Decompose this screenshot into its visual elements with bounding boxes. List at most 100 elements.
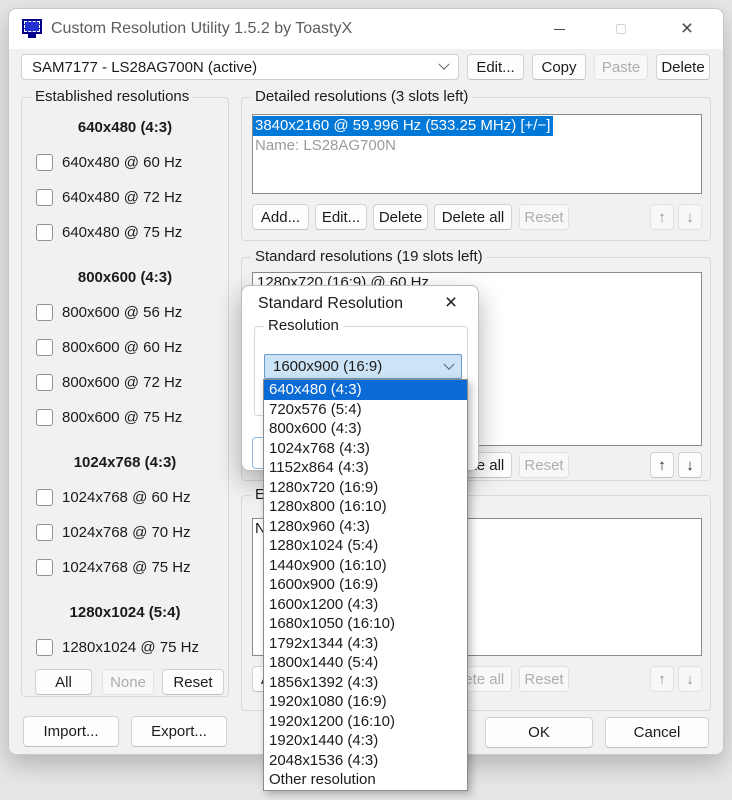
resolution-group-1024x768: 1024x768 (4:3) 1024x768 @ 60 Hz 1024x768… <box>22 445 228 585</box>
established-resolutions-title: Established resolutions <box>31 88 193 105</box>
resolution-checkbox-row[interactable]: 800x600 @ 72 Hz <box>22 365 228 400</box>
established-resolutions-group: Established resolutions 640x480 (4:3) 64… <box>21 97 229 697</box>
checkbox-label: 1024x768 @ 70 Hz <box>62 524 191 541</box>
checkbox-label: 1280x1024 @ 75 Hz <box>62 639 199 656</box>
checkbox-unchecked-icon[interactable] <box>36 189 53 206</box>
checkbox-label: 1024x768 @ 75 Hz <box>62 559 191 576</box>
resolution-checkbox-row[interactable]: 640x480 @ 72 Hz <box>22 180 228 215</box>
detailed-move-down-button: ↓ <box>678 204 702 230</box>
resolution-dropdown-option[interactable]: 1152x864 (4:3) <box>264 458 467 478</box>
checkbox-label: 800x600 @ 56 Hz <box>62 304 182 321</box>
detailed-add-button[interactable]: Add... <box>252 204 309 230</box>
resolution-group-heading: 640x480 (4:3) <box>22 110 228 145</box>
checkbox-unchecked-icon[interactable] <box>36 639 53 656</box>
established-reset-button[interactable]: Reset <box>162 669 224 695</box>
resolution-checkbox-row[interactable]: 800x600 @ 60 Hz <box>22 330 228 365</box>
resolution-group-heading: 1280x1024 (5:4) <box>22 595 228 630</box>
ok-button[interactable]: OK <box>485 717 593 748</box>
resolution-dropdown-option[interactable]: 1600x900 (16:9) <box>264 575 467 595</box>
resolution-dropdown-option[interactable]: 1800x1440 (5:4) <box>264 653 467 673</box>
checkbox-unchecked-icon[interactable] <box>36 489 53 506</box>
detailed-delete-button[interactable]: Delete <box>373 204 428 230</box>
checkbox-unchecked-icon[interactable] <box>36 559 53 576</box>
dialog-close-button[interactable]: × <box>436 288 466 318</box>
delete-display-button[interactable]: Delete <box>656 54 710 80</box>
resolution-combobox[interactable]: 1600x900 (16:9) <box>264 354 462 379</box>
resolution-group-1280x1024: 1280x1024 (5:4) 1280x1024 @ 75 Hz <box>22 595 228 665</box>
resolution-group-640x480: 640x480 (4:3) 640x480 @ 60 Hz 640x480 @ … <box>22 110 228 250</box>
resolution-dropdown-option[interactable]: 1600x1200 (4:3) <box>264 595 467 615</box>
minimize-button[interactable] <box>536 9 582 49</box>
checkbox-label: 800x600 @ 75 Hz <box>62 409 182 426</box>
resolution-dropdown-list[interactable]: 640x480 (4:3) 720x576 (5:4) 800x600 (4:3… <box>263 379 468 791</box>
resolution-checkbox-row[interactable]: 640x480 @ 60 Hz <box>22 145 228 180</box>
display-select-value: SAM7177 - LS28AG700N (active) <box>32 59 257 76</box>
checkbox-unchecked-icon[interactable] <box>36 339 53 356</box>
checkbox-unchecked-icon[interactable] <box>36 304 53 321</box>
detailed-edit-button[interactable]: Edit... <box>315 204 367 230</box>
detailed-resolutions-listbox[interactable]: 3840x2160 @ 59.996 Hz (533.25 MHz) [+/−]… <box>252 114 702 194</box>
resolution-dropdown-option[interactable]: 640x480 (4:3) <box>264 380 467 400</box>
resolution-dropdown-option[interactable]: 1920x1440 (4:3) <box>264 731 467 751</box>
checkbox-unchecked-icon[interactable] <box>36 374 53 391</box>
resolution-dropdown-option[interactable]: 720x576 (5:4) <box>264 400 467 420</box>
resolution-fieldset-label: Resolution <box>264 317 343 334</box>
resolution-checkbox-row[interactable]: 640x480 @ 75 Hz <box>22 215 228 250</box>
detailed-resolutions-title: Detailed resolutions (3 slots left) <box>251 88 472 105</box>
checkbox-label: 640x480 @ 72 Hz <box>62 189 182 206</box>
resolution-checkbox-row[interactable]: 800x600 @ 56 Hz <box>22 295 228 330</box>
resolution-dropdown-option[interactable]: 1440x900 (16:10) <box>264 556 467 576</box>
resolution-checkbox-row[interactable]: 1024x768 @ 75 Hz <box>22 550 228 585</box>
standard-move-down-button[interactable]: ↓ <box>678 452 702 478</box>
resolution-checkbox-row[interactable]: 1024x768 @ 60 Hz <box>22 480 228 515</box>
resolution-dropdown-option[interactable]: 1792x1344 (4:3) <box>264 634 467 654</box>
resolution-group-800x600: 800x600 (4:3) 800x600 @ 56 Hz 800x600 @ … <box>22 260 228 435</box>
resolution-dropdown-option[interactable]: 1280x800 (16:10) <box>264 497 467 517</box>
checkbox-unchecked-icon[interactable] <box>36 409 53 426</box>
checkbox-unchecked-icon[interactable] <box>36 154 53 171</box>
resolution-group-heading: 800x600 (4:3) <box>22 260 228 295</box>
main-window: Custom Resolution Utility 1.5.2 by Toast… <box>8 8 724 755</box>
extension-move-down-button: ↓ <box>678 666 702 692</box>
resolution-checkbox-row[interactable]: 800x600 @ 75 Hz <box>22 400 228 435</box>
close-button[interactable]: × <box>664 9 710 49</box>
resolution-dropdown-option[interactable]: 1280x1024 (5:4) <box>264 536 467 556</box>
edit-display-button[interactable]: Edit... <box>467 54 524 80</box>
standard-move-up-button[interactable]: ↑ <box>650 452 674 478</box>
import-button[interactable]: Import... <box>23 716 119 747</box>
resolution-dropdown-option[interactable]: 800x600 (4:3) <box>264 419 467 439</box>
standard-resolutions-title: Standard resolutions (19 slots left) <box>251 248 487 265</box>
checkbox-unchecked-icon[interactable] <box>36 224 53 241</box>
detailed-delete-all-button[interactable]: Delete all <box>434 204 512 230</box>
resolution-group-heading: 1024x768 (4:3) <box>22 445 228 480</box>
checkbox-unchecked-icon[interactable] <box>36 524 53 541</box>
resolution-dropdown-option[interactable]: 1024x768 (4:3) <box>264 439 467 459</box>
detailed-resolutions-group: Detailed resolutions (3 slots left) 3840… <box>241 97 711 241</box>
resolution-dropdown-option[interactable]: 1856x1392 (4:3) <box>264 673 467 693</box>
checkbox-label: 640x480 @ 75 Hz <box>62 224 182 241</box>
resolution-dropdown-option[interactable]: Other resolution <box>264 770 467 790</box>
cancel-button[interactable]: Cancel <box>605 717 709 748</box>
resolution-dropdown-option[interactable]: 1920x1200 (16:10) <box>264 712 467 732</box>
resolution-dropdown-option[interactable]: 1280x960 (4:3) <box>264 517 467 537</box>
resolution-dropdown-option[interactable]: 1920x1080 (16:9) <box>264 692 467 712</box>
detailed-resolution-name-line[interactable]: Name: LS28AG700N <box>253 136 701 156</box>
checkbox-label: 800x600 @ 72 Hz <box>62 374 182 391</box>
resolution-dropdown-option[interactable]: 2048x1536 (4:3) <box>264 751 467 771</box>
resolution-checkbox-row[interactable]: 1280x1024 @ 75 Hz <box>22 630 228 665</box>
resolution-dropdown-option[interactable]: 1680x1050 (16:10) <box>264 614 467 634</box>
display-select[interactable]: SAM7177 - LS28AG700N (active) <box>21 54 459 80</box>
dialog-title: Standard Resolution <box>258 295 403 313</box>
maximize-button <box>598 9 644 49</box>
copy-display-button[interactable]: Copy <box>532 54 586 80</box>
resolution-checkbox-row[interactable]: 1024x768 @ 70 Hz <box>22 515 228 550</box>
chevron-down-icon <box>443 358 454 369</box>
app-icon <box>22 19 42 34</box>
resolution-dropdown-option[interactable]: 1280x720 (16:9) <box>264 478 467 498</box>
detailed-resolution-item-selected[interactable]: 3840x2160 @ 59.996 Hz (533.25 MHz) [+/−] <box>253 116 553 136</box>
export-button[interactable]: Export... <box>131 716 227 747</box>
minimize-icon <box>554 29 565 30</box>
detailed-move-up-button: ↑ <box>650 204 674 230</box>
established-none-button: None <box>102 669 154 695</box>
established-all-button[interactable]: All <box>35 669 92 695</box>
